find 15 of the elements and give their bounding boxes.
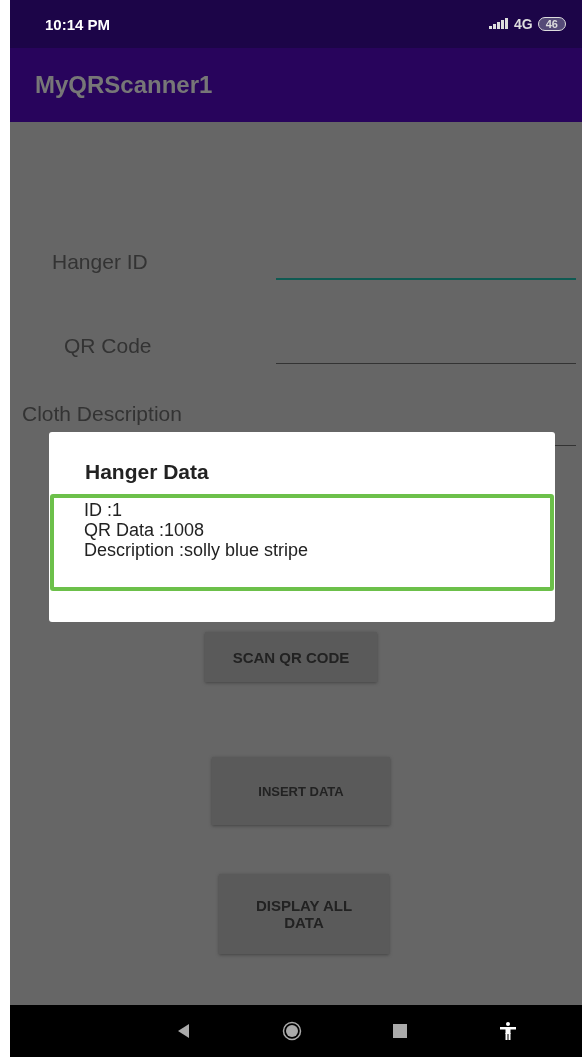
dialog-title: Hanger Data <box>84 460 210 484</box>
message-line: Description :solly blue stripe <box>84 540 310 560</box>
clock: 10:14 PM <box>45 15 111 33</box>
signal-icon <box>489 18 510 30</box>
message-line: ID :1 <box>84 500 123 520</box>
home-icon[interactable] <box>282 1021 302 1041</box>
accessibility-icon[interactable] <box>498 1021 518 1041</box>
battery-level: 46 <box>537 17 566 31</box>
recents-icon[interactable] <box>390 1021 410 1041</box>
action-button[interactable]: SCAN QR CODE <box>205 632 377 682</box>
action-button[interactable]: INSERT DATA <box>212 757 390 825</box>
message-line: QR Data :1008 <box>84 520 206 540</box>
network-type: 4G <box>514 16 533 32</box>
action-button[interactable]: DISPLAY ALL DATA <box>219 874 389 954</box>
app-title: MyQRScanner1 <box>35 71 213 99</box>
